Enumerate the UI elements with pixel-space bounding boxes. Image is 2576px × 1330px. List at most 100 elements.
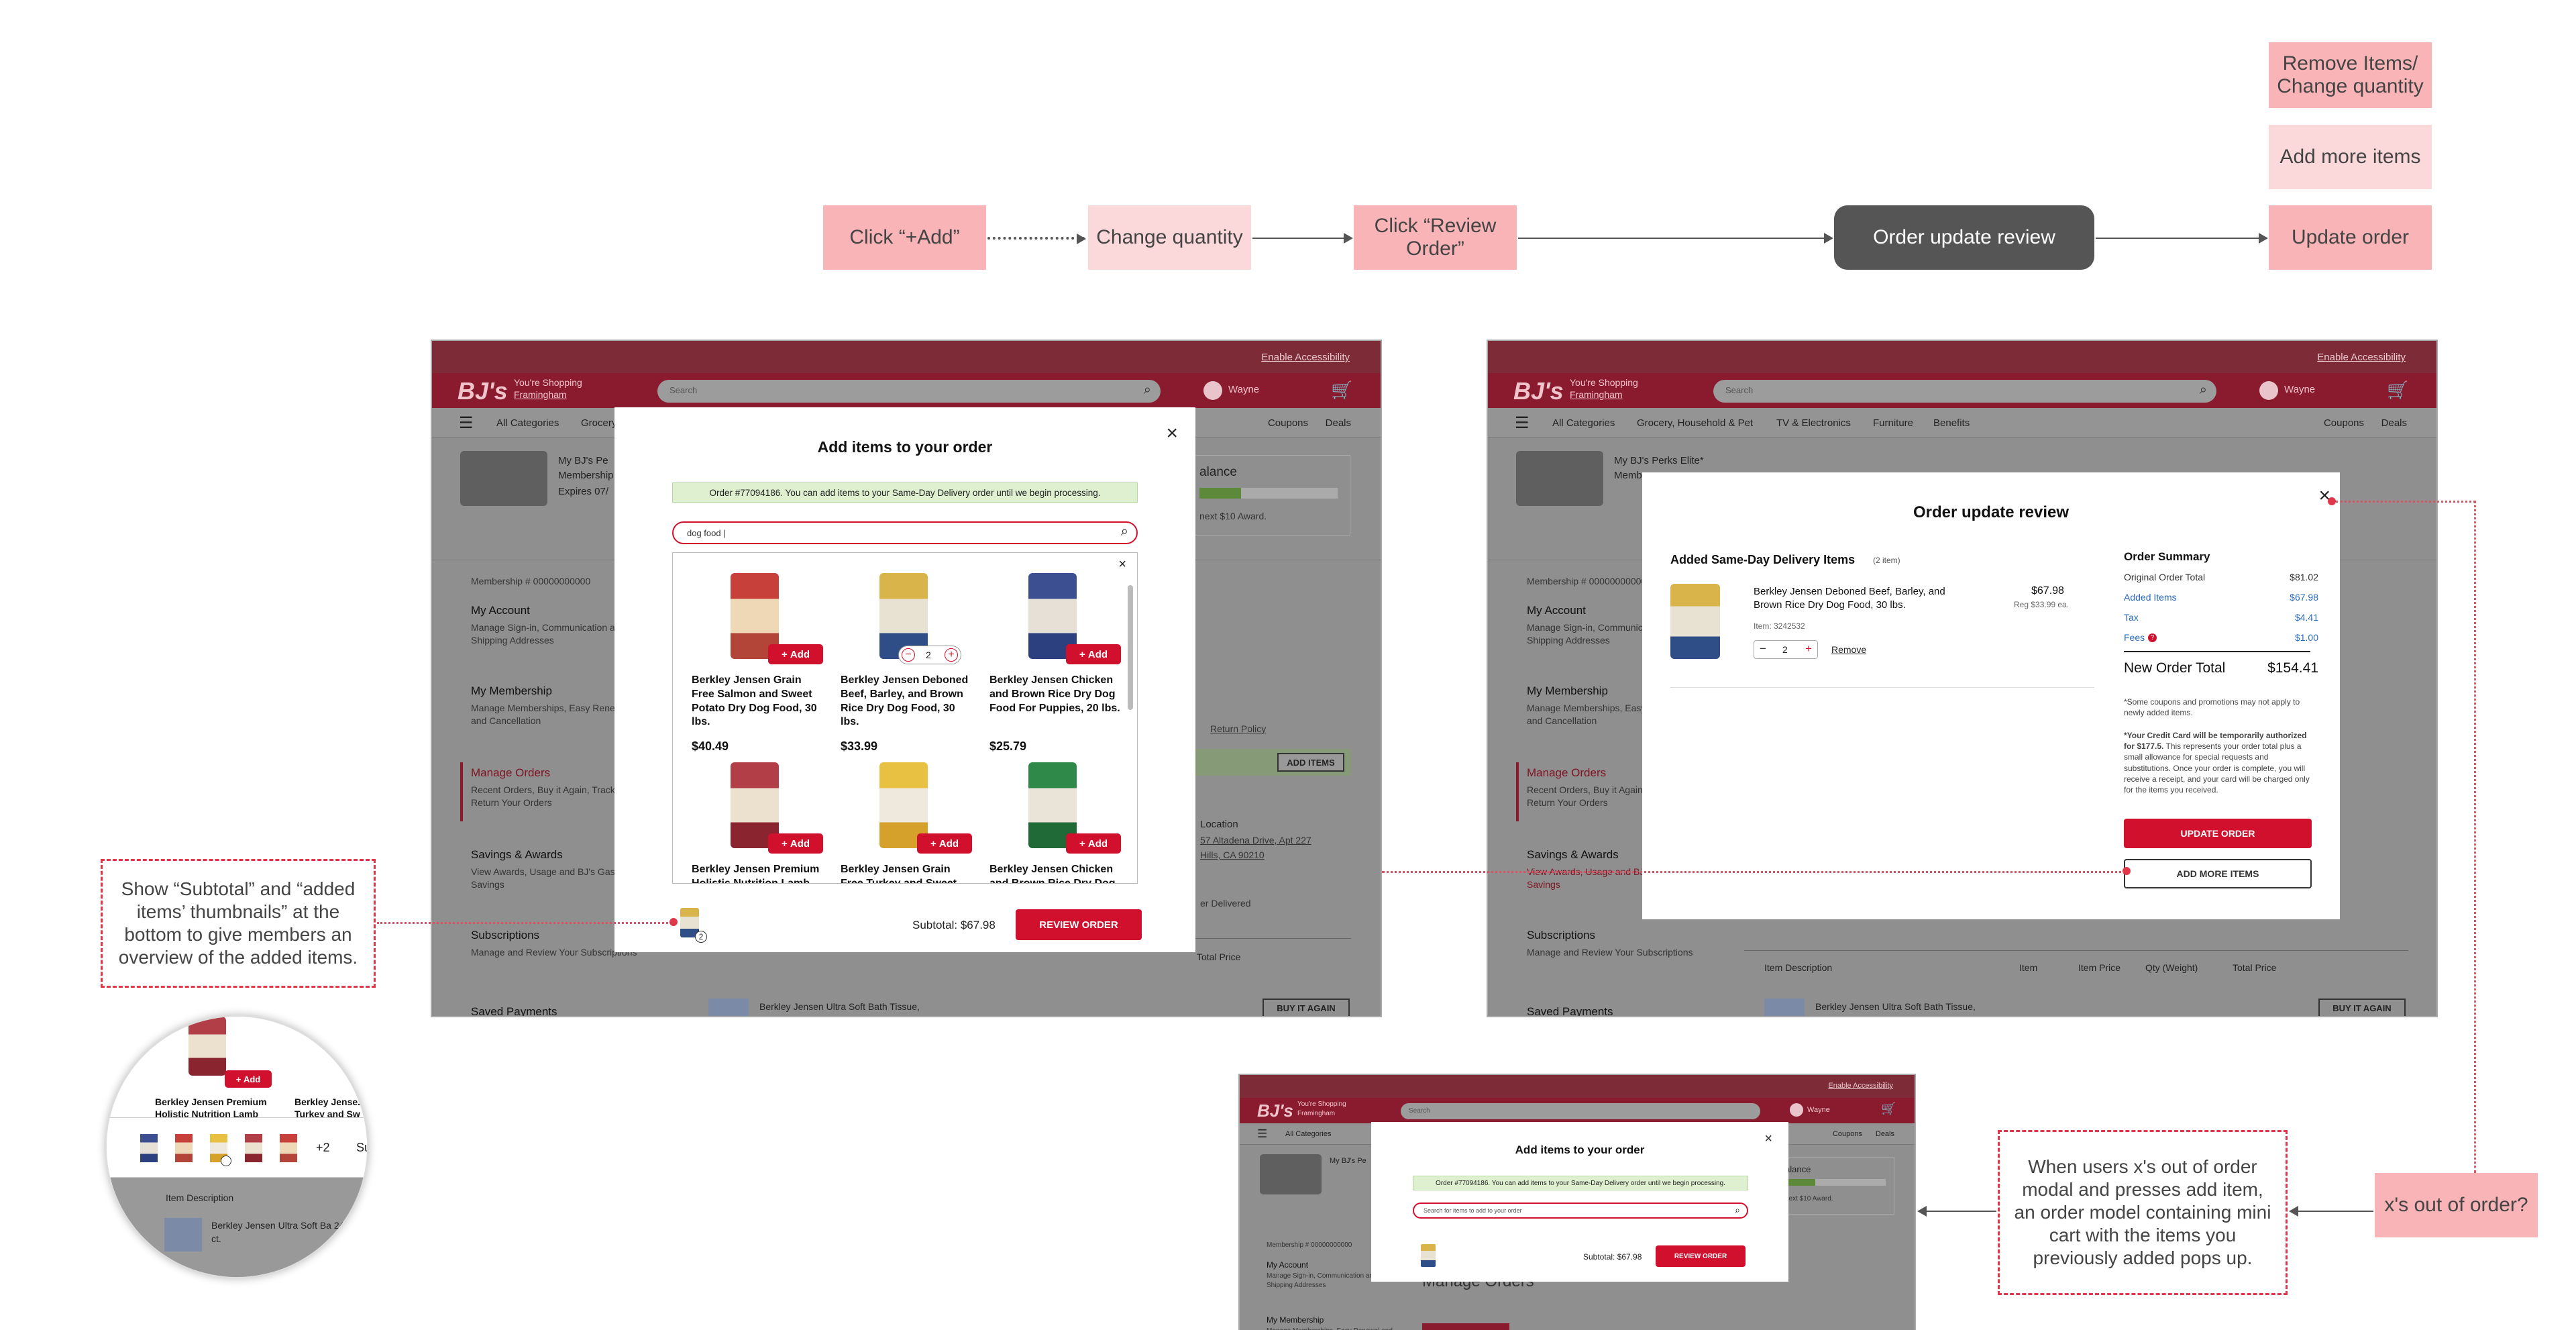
menu-icon[interactable]: ☰ [1257,1127,1267,1141]
search-input[interactable]: Search [1401,1103,1760,1119]
nav-coupons[interactable]: Coupons [1833,1130,1862,1138]
added-item-thumbnail[interactable] [1421,1244,1436,1267]
cart-icon[interactable]: 🛒 [1881,1102,1896,1116]
nav-grocery[interactable]: Grocery [581,417,616,429]
quantity-stepper[interactable]: − 2 + [1754,640,1818,659]
nav-all-categories[interactable]: All Categories [496,417,559,429]
bjs-logo[interactable]: BJ's [458,377,508,405]
review-order-button[interactable]: REVIEW ORDER [1656,1245,1746,1267]
product-card[interactable]: + Add Berkley Jensen Chicken and Brown R… [989,573,1124,761]
zoom-add-button[interactable]: + Add [225,1070,272,1088]
search-icon[interactable]: ⌕ [1735,1205,1740,1216]
cart-icon[interactable]: 🛒 [2387,380,2408,401]
add-more-items-button[interactable]: ADD MORE ITEMS [2124,859,2312,888]
item-search-input[interactable]: dog food | ⌕ [672,521,1138,544]
decrement-button[interactable]: − [902,648,915,662]
menu-icon[interactable]: ☰ [1515,413,1529,433]
product-card[interactable]: + Add Berkley Jensen Grain Free Salmon a… [692,573,826,761]
bjs-logo[interactable]: BJ's [1257,1101,1293,1121]
search-icon[interactable]: ⌕ [1121,524,1128,540]
buy-again-button[interactable]: BUY IT AGAIN [1263,999,1350,1016]
enable-accessibility-link[interactable]: Enable Accessibility [1261,352,1350,363]
product-name[interactable]: Berkley Jensen Grain Free Turkey and Swe… [841,863,975,883]
product-name[interactable]: Berkley Jensen Premium Holistic Nutritio… [692,863,826,883]
avatar[interactable] [2259,381,2278,400]
thumbnail[interactable] [140,1134,158,1162]
search-icon[interactable]: ⌕ [2200,382,2207,398]
step-remove-items: Remove Items/ Change quantity [2269,42,2432,108]
nav-deals[interactable]: Deals [2381,417,2407,429]
perks-line: Membership [558,470,614,481]
nav-grocery[interactable]: Grocery, Household & Pet [1637,417,1753,429]
remove-link[interactable]: Remove [1831,644,1866,655]
product-card[interactable]: + Add Berkley Jensen Chicken and Brown R… [989,762,1124,883]
product-name[interactable]: Berkley Jensen Deboned Beef, Barley, and… [841,674,975,729]
info-icon[interactable]: ? [2148,633,2157,642]
return-policy-link[interactable]: Return Policy [1210,723,1266,734]
sidebar-my-membership[interactable]: My Membership Manage Memberships, Easy Re… [1267,1315,1394,1330]
cart-icon[interactable]: 🛒 [1331,380,1352,401]
product-name[interactable]: Berkley Jensen Chicken and Brown Rice Dr… [989,863,1124,883]
quantity-stepper[interactable]: − 2 + [898,646,961,664]
update-order-button[interactable]: UPDATE ORDER [2124,819,2312,848]
menu-icon[interactable]: ☰ [459,413,474,433]
avatar[interactable] [1790,1103,1803,1117]
thumbnail[interactable] [280,1134,297,1162]
close-icon[interactable]: × [1166,422,1178,445]
store-selector[interactable]: Framingham [1297,1110,1335,1117]
product-name[interactable]: Berkley Jensen Grain Free Salmon and Swe… [692,674,826,729]
membership-number: Membership # 00000000000 [1527,576,1647,586]
search-input[interactable]: Search ⌕ [657,380,1161,403]
nav-coupons[interactable]: Coupons [2324,417,2364,429]
add-button[interactable]: + Add [768,644,823,664]
increment-button[interactable]: + [1805,642,1812,656]
nav-furniture[interactable]: Furniture [1873,417,1913,429]
nav-electronics[interactable]: TV & Electronics [1776,417,1851,429]
search-icon[interactable]: ⌕ [1144,382,1151,398]
avatar[interactable] [1203,381,1222,400]
search-input[interactable]: Search ⌕ [1713,380,2216,403]
bjs-logo[interactable]: BJ's [1513,377,1564,405]
store-selector[interactable]: Framingham [514,389,567,400]
membership-card-image [1260,1154,1322,1194]
close-icon[interactable]: × [1764,1131,1772,1147]
xout-note: When users x's out of order modal and pr… [1998,1130,2288,1295]
add-button[interactable]: + Add [768,833,823,854]
product-card[interactable]: + Add Berkley Jensen Premium Holistic Nu… [692,762,826,883]
add-button[interactable]: + Add [917,833,972,854]
sidebar-subscriptions[interactable]: Subscriptions Manage and Review Your Subs… [1527,929,1701,959]
enable-accessibility-link[interactable]: Enable Accessibility [2317,352,2406,363]
product-card[interactable]: + Add Berkley Jensen Grain Free Turkey a… [841,762,975,883]
step-change-quantity: Change quantity [1088,205,1251,270]
item-search-input[interactable]: Search for items to add to your order ⌕ [1413,1203,1748,1219]
location-address[interactable]: 57 Altadena Drive, Apt 227 [1200,835,1311,846]
nav-all-categories[interactable]: All Categories [1285,1130,1331,1138]
store-selector[interactable]: Framingham [1570,389,1623,400]
sidebar-saved-payments[interactable]: Saved Payments [1527,1005,1701,1016]
product-card[interactable]: − 2 + Berkley Jensen Deboned Beef, Barle… [841,573,975,761]
scrollbar[interactable] [1128,585,1133,710]
increment-button[interactable]: + [945,648,958,662]
add-button[interactable]: + Add [1066,644,1121,664]
nav-all-categories[interactable]: All Categories [1552,417,1615,429]
add-button[interactable]: + Add [1066,833,1121,854]
top-strip: Enable Accessibility [1240,1075,1915,1098]
nav-deals[interactable]: Deals [1326,417,1351,429]
location-city[interactable]: Hills, CA 90210 [1200,850,1265,860]
buy-again-button[interactable]: BUY IT AGAIN [2318,999,2406,1016]
quantity-value[interactable]: 2 [1782,644,1788,655]
thumbnail[interactable] [175,1134,193,1162]
nav-coupons[interactable]: Coupons [1268,417,1308,429]
nav-benefits[interactable]: Benefits [1933,417,1970,429]
quantity-value[interactable]: 2 [926,650,931,660]
thumbnail[interactable] [245,1134,262,1162]
sidebar-saved-payments[interactable]: Saved Payments [471,1005,645,1016]
nav-deals[interactable]: Deals [1876,1130,1894,1138]
decrement-button[interactable]: − [1760,642,1766,656]
add-items-button[interactable]: ADD ITEMS [1277,753,1344,772]
connector-line [1382,871,2127,873]
close-results-icon[interactable]: × [1118,557,1126,572]
enable-accessibility-link[interactable]: Enable Accessibility [1828,1082,1893,1090]
product-name[interactable]: Berkley Jensen Chicken and Brown Rice Dr… [989,674,1124,715]
review-order-button[interactable]: REVIEW ORDER [1016,909,1142,940]
